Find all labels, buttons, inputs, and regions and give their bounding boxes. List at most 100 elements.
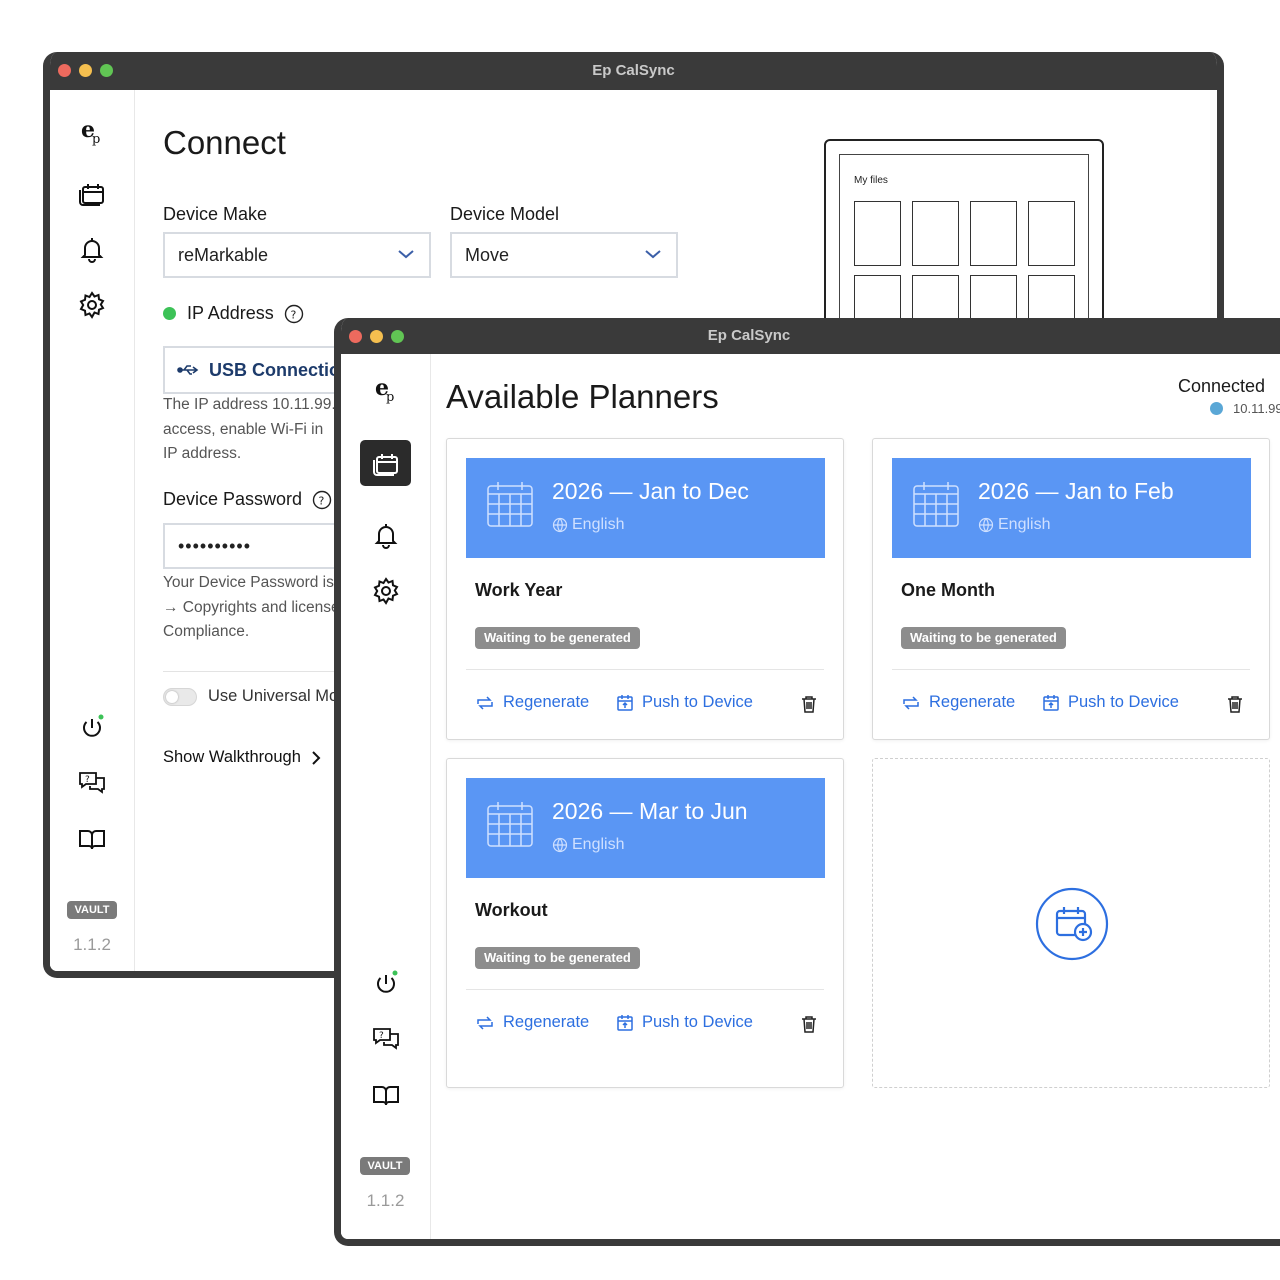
planner-language: English — [552, 516, 624, 534]
usb-connection-label: USB Connection — [209, 359, 351, 380]
card-divider — [466, 669, 824, 670]
device-make-value: reMarkable — [178, 245, 269, 265]
page-title: Available Planners — [446, 378, 719, 415]
bell-icon[interactable] — [341, 520, 430, 550]
planner-date-range: 2026 — Mar to Jun — [552, 798, 748, 824]
globe-icon — [978, 517, 994, 533]
zoom-window-button[interactable] — [100, 64, 113, 77]
my-files-label: My files — [854, 175, 888, 186]
device-model-select[interactable]: Move — [450, 232, 678, 278]
logo-icon[interactable]: ep — [341, 374, 430, 404]
regenerate-label: Regenerate — [929, 693, 1016, 711]
planner-date-range: 2026 — Jan to Dec — [552, 478, 749, 504]
window-title: Ep CalSync — [592, 62, 675, 79]
regenerate-icon — [903, 695, 919, 710]
push-to-device-label: Push to Device — [1068, 693, 1179, 711]
calendar-upload-icon — [1043, 694, 1059, 711]
planner-card[interactable]: 2026 — Jan to Feb English One Month Wait… — [872, 438, 1270, 740]
file-thumb — [854, 201, 901, 266]
close-window-button[interactable] — [58, 64, 71, 77]
device-password-label: Device Password — [163, 489, 303, 509]
password-help-line: Your Device Password is — [163, 574, 334, 591]
planner-name: Workout — [475, 900, 548, 920]
help-icon[interactable]: ? — [284, 304, 304, 324]
push-to-device-button[interactable]: Push to Device — [616, 1013, 753, 1032]
planner-card[interactable]: 2026 — Jan to Dec English Work Year Wait… — [446, 438, 844, 740]
book-icon[interactable] — [341, 1080, 430, 1110]
planner-name: Work Year — [475, 580, 563, 600]
status-badge: Waiting to be generated — [901, 627, 1066, 649]
vault-badge: VAULT — [67, 901, 117, 919]
regenerate-button[interactable]: Regenerate — [475, 1013, 589, 1032]
bell-icon[interactable] — [50, 234, 134, 264]
calendar-upload-icon — [617, 694, 633, 711]
chevron-down-icon — [645, 250, 661, 259]
device-make-label: Device Make — [163, 204, 268, 224]
connection-status-text: Connected — [1178, 376, 1266, 396]
trash-icon[interactable] — [1227, 695, 1243, 713]
ip-help-line: IP address. — [163, 445, 242, 462]
planner-language-label: English — [572, 836, 625, 853]
planner-language: English — [552, 836, 624, 854]
minimize-window-button[interactable] — [79, 64, 92, 77]
device-make-select[interactable]: reMarkable — [163, 232, 431, 278]
push-to-device-button[interactable]: Push to Device — [1042, 693, 1179, 712]
planners-icon[interactable] — [50, 178, 134, 208]
regenerate-button[interactable]: Regenerate — [901, 693, 1015, 712]
gear-icon[interactable] — [50, 290, 134, 320]
planners-window: Ep CalSync ep ? VAULT 1.1.2 Available Pl… — [334, 318, 1280, 1246]
ip-address-label: IP Address — [187, 303, 274, 323]
close-window-button[interactable] — [349, 330, 362, 343]
svg-text:?: ? — [319, 495, 325, 508]
help-chat-icon[interactable]: ? — [341, 1024, 430, 1054]
book-icon[interactable] — [50, 824, 134, 854]
file-thumb — [912, 201, 959, 266]
regenerate-label: Regenerate — [503, 693, 590, 711]
push-to-device-button[interactable]: Push to Device — [616, 693, 753, 712]
card-divider — [892, 669, 1250, 670]
device-password-value: •••••••••• — [178, 536, 252, 556]
vault-badge: VAULT — [360, 1157, 410, 1175]
file-thumb — [1028, 201, 1075, 266]
chevron-down-icon — [398, 250, 414, 259]
logo-icon[interactable]: ep — [50, 116, 134, 146]
device-model-label: Device Model — [450, 204, 560, 224]
sidebar: ep ? VAULT 1.1.2 — [341, 354, 431, 1239]
connection-status-dot — [1210, 402, 1223, 415]
help-icon[interactable]: ? — [312, 490, 332, 510]
gear-icon[interactable] — [341, 576, 430, 606]
usb-icon — [177, 365, 199, 375]
planners-content: Available Planners Connected 10.11.99.1 … — [431, 354, 1280, 1239]
add-calendar-icon — [1035, 887, 1109, 961]
regenerate-icon — [477, 1015, 493, 1030]
trash-icon[interactable] — [801, 695, 817, 713]
planners-icon — [372, 454, 398, 476]
planners-nav-item[interactable] — [360, 440, 411, 486]
app-version: 1.1.2 — [73, 935, 111, 954]
help-chat-icon[interactable]: ? — [50, 768, 134, 798]
regenerate-button[interactable]: Regenerate — [475, 693, 589, 712]
show-walkthrough-link[interactable]: Show Walkthrough — [163, 748, 321, 767]
planner-language: English — [978, 516, 1050, 534]
add-planner-card[interactable] — [872, 758, 1270, 1088]
svg-text:?: ? — [379, 1031, 384, 1041]
calendar-icon — [487, 802, 533, 847]
calendar-upload-icon — [617, 1014, 633, 1031]
device-model-value: Move — [465, 245, 510, 265]
minimize-window-button[interactable] — [370, 330, 383, 343]
chevron-right-icon — [312, 750, 321, 765]
title-bar: Ep CalSync — [50, 52, 1217, 90]
power-icon[interactable] — [50, 712, 134, 742]
calendar-icon — [913, 482, 959, 527]
svg-text:p: p — [92, 132, 100, 146]
trash-icon[interactable] — [801, 1015, 817, 1033]
password-help-line: → Copyrights and licenses — [163, 598, 341, 616]
planner-language-label: English — [572, 516, 625, 533]
connection-status: Connected 10.11.99.1 — [1178, 376, 1280, 416]
zoom-window-button[interactable] — [391, 330, 404, 343]
card-divider — [466, 989, 824, 990]
universal-mode-toggle[interactable] — [163, 688, 197, 706]
planner-card[interactable]: 2026 — Mar to Jun English Workout Waitin… — [446, 758, 844, 1088]
ip-help-line: access, enable Wi-Fi in — [163, 420, 324, 438]
power-icon[interactable] — [341, 968, 430, 998]
